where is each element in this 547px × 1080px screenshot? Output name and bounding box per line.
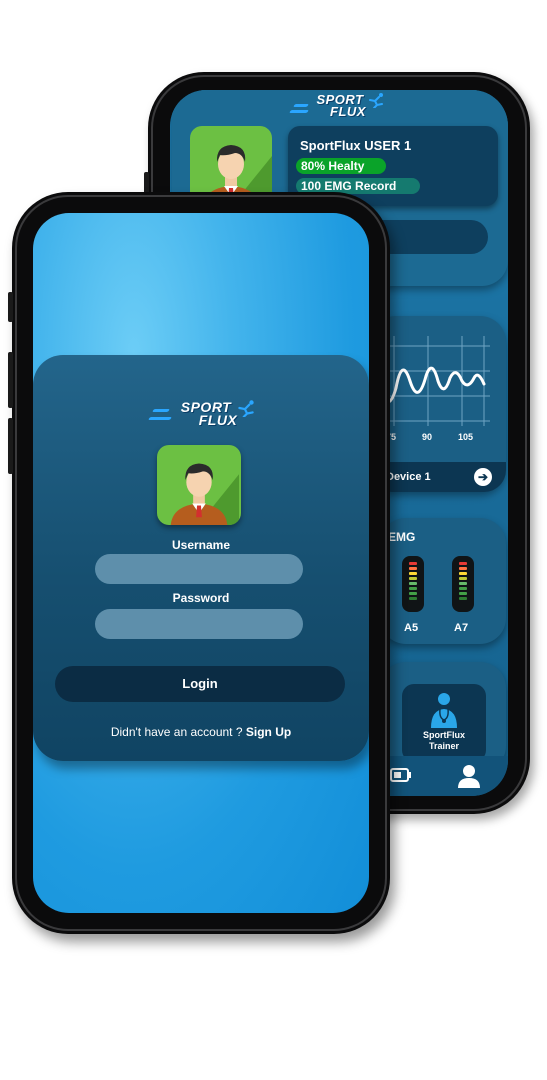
arrow-right-icon[interactable]: ➔ [474,468,492,486]
front-phone: SPORT FLUX Username Password Login Didn'… [8,192,390,934]
emg-line-chart [380,336,490,426]
x-tick-label: 90 [422,432,433,442]
signup-link[interactable]: Sign Up [246,725,291,739]
username-input[interactable] [95,554,303,584]
emg-sensors-card[interactable]: EMG A5 A7 [380,518,506,644]
user-icon[interactable] [458,764,480,788]
device-label: Device 1 [386,471,431,483]
health-badge: 80% Healty [296,158,386,174]
runner-icon [238,400,254,417]
device-selector[interactable]: Device 1 ➔ [370,462,506,492]
signup-prompt: Didn't have an account ? Sign Up [110,725,292,739]
sensor-a5-icon[interactable] [402,556,424,612]
sportflux-logo: SPORT FLUX [289,93,383,119]
sportflux-logo: SPORT FLUX [148,400,254,428]
sportflux-trainer-button[interactable]: SportFlux Trainer [402,684,486,762]
battery-icon[interactable] [390,768,412,782]
emg-signal-line [380,366,486,404]
side-button [8,292,13,322]
user-name: SportFlux USER 1 [300,138,412,153]
runner-icon [369,93,383,108]
user-avatar [157,445,241,525]
emg-chart-card[interactable]: 75 90 105 Device 1 ➔ [370,316,506,492]
sensor-label: A7 [454,622,469,634]
login-screen: SPORT FLUX Username Password Login Didn'… [33,213,369,913]
x-tick-label: 105 [458,432,474,442]
login-card: SPORT FLUX Username Password Login Didn'… [33,355,369,761]
emg-title: EMG [388,530,416,544]
trainer-label: SportFlux Trainer [423,730,465,751]
avatar-icon [170,463,239,525]
password-label: Password [172,591,230,605]
sensor-label: A5 [404,622,419,634]
password-input[interactable] [95,609,303,639]
sensor-a7-icon[interactable] [452,556,474,612]
trainer-icon [431,693,457,728]
username-label: Username [171,538,231,552]
side-button [8,352,13,408]
login-button[interactable]: Login [55,666,345,702]
side-button [8,418,13,474]
